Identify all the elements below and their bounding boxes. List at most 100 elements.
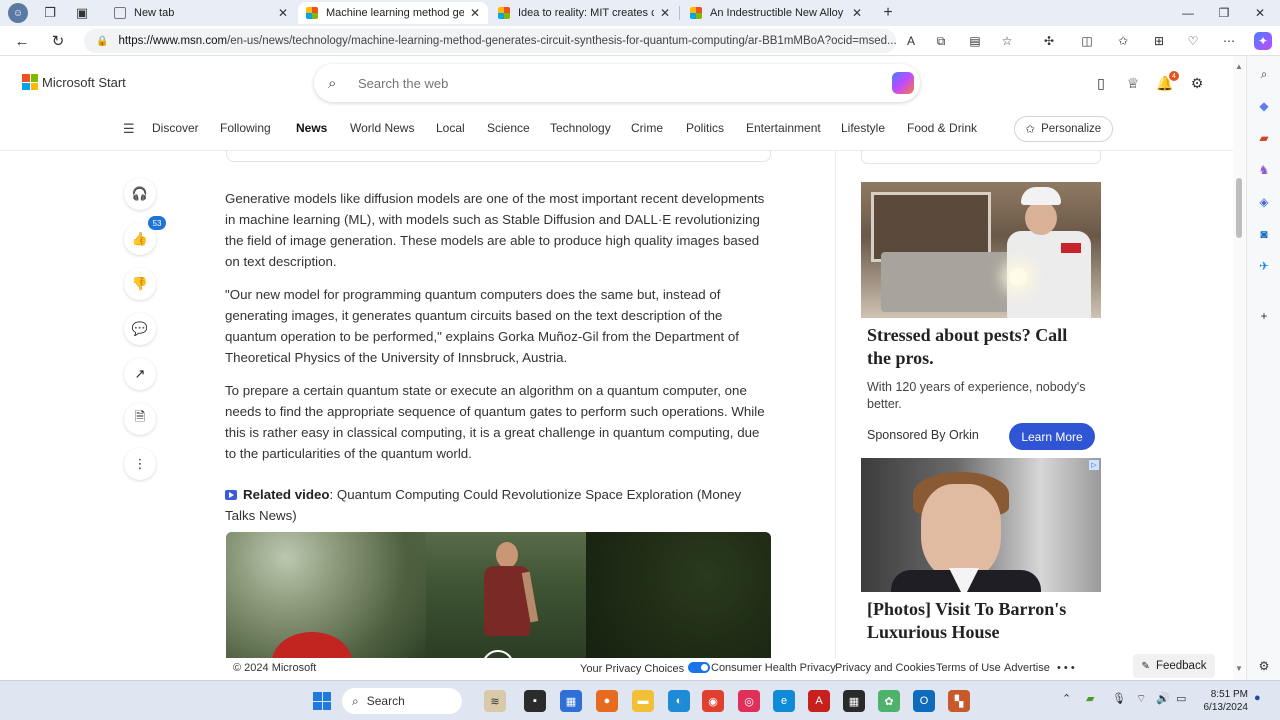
copilot-icon[interactable]	[892, 72, 914, 94]
related-video-link[interactable]: Related video: Quantum Computing Could R…	[225, 484, 771, 526]
split-screen-icon[interactable]: ◫	[1078, 32, 1096, 50]
save-article-icon[interactable]: 🗎	[124, 403, 156, 435]
learn-more-button[interactable]: Learn More	[1009, 423, 1095, 450]
video-player[interactable]	[226, 532, 771, 658]
tray-battery-icon[interactable]: ▭	[1176, 692, 1186, 705]
share-icon[interactable]: ↗	[124, 358, 156, 390]
tray-chevron-icon[interactable]: ⌃	[1062, 692, 1071, 705]
msn-logo[interactable]: Microsoft Start	[22, 74, 126, 90]
footer-link-consumer-health[interactable]: Consumer Health Privacy	[711, 662, 836, 674]
tray-mic-icon[interactable]: 🎙	[1112, 692, 1126, 705]
taskbar-recorder-icon[interactable]: ◎	[738, 690, 760, 712]
sidebar-settings-icon[interactable]: ⚙	[1254, 656, 1274, 676]
minimize-button[interactable]: —	[1168, 0, 1208, 26]
app-available-icon[interactable]: ⧉	[932, 32, 950, 50]
close-icon[interactable]: ✕	[470, 6, 480, 20]
taskbar-chrome-icon[interactable]: ◉	[702, 690, 724, 712]
close-icon[interactable]: ✕	[852, 6, 862, 20]
mobile-app-icon[interactable]: ▯	[1090, 72, 1112, 94]
collections-icon[interactable]: ⊞	[1150, 32, 1168, 50]
sidebar-games-icon[interactable]: ♞	[1254, 160, 1274, 180]
taskbar-edge-icon[interactable]: e	[773, 690, 795, 712]
taskbar-acrobat-icon[interactable]: A	[808, 690, 830, 712]
dislike-thumbs-down-icon[interactable]: 👎	[124, 268, 156, 300]
taskbar-widget-icon[interactable]: ≋	[484, 690, 506, 712]
profile-avatar[interactable]: ☺	[8, 3, 28, 23]
sidebar-shopping-icon[interactable]: ◆	[1254, 96, 1274, 116]
taskbar-firefox-icon[interactable]: ●	[596, 690, 618, 712]
tab-mit-coin[interactable]: Idea to reality: MIT creates coin-si ✕	[490, 2, 678, 24]
copilot-icon[interactable]: ✦	[1254, 32, 1272, 50]
nav-politics[interactable]: Politics	[686, 121, 724, 135]
search-input[interactable]	[358, 75, 858, 91]
extensions-icon[interactable]: ✣	[1040, 32, 1058, 50]
footer-link-advertise[interactable]: Advertise	[1004, 662, 1050, 674]
ad-title[interactable]: Stressed about pests? Call the pros.	[867, 324, 1095, 370]
nav-crime[interactable]: Crime	[631, 121, 663, 135]
nav-news[interactable]: News	[296, 121, 327, 135]
pest-control-ad-image[interactable]	[861, 182, 1101, 318]
scrollbar-thumb[interactable]	[1236, 178, 1242, 238]
scroll-up-icon[interactable]: ▲	[1235, 62, 1243, 71]
sidebar-add-icon[interactable]: +	[1254, 306, 1274, 326]
taskbar-task-view-icon[interactable]: ▪	[524, 690, 546, 712]
new-tab-button[interactable]: +	[880, 2, 896, 24]
tab-indestructible-alloy[interactable]: An Indestructible New Alloy Is Dé ✕	[682, 2, 870, 24]
taskbar-outlook-icon[interactable]: O	[913, 690, 935, 712]
photos-ad-image[interactable]: ▷	[861, 458, 1101, 592]
ad-title[interactable]: [Photos] Visit To Barron's Luxurious Hou…	[867, 598, 1095, 644]
more-options-icon[interactable]: ⋯	[1220, 32, 1238, 50]
taskbar-app2-icon[interactable]: ▚	[948, 690, 970, 712]
back-button[interactable]: ←	[12, 31, 32, 51]
footer-more-icon[interactable]: • • •	[1057, 662, 1075, 674]
close-icon[interactable]: ✕	[278, 6, 288, 20]
sidebar-tools-icon[interactable]: ▰	[1254, 128, 1274, 148]
browser-essentials-icon[interactable]: ♡	[1184, 32, 1202, 50]
tray-wifi-icon[interactable]: ⌔	[1136, 692, 1146, 706]
tab-new-tab[interactable]: New tab ✕	[106, 2, 296, 24]
nav-entertainment[interactable]: Entertainment	[746, 121, 821, 135]
nav-local[interactable]: Local	[436, 121, 465, 135]
sidebar-send-icon[interactable]: ✈	[1254, 256, 1274, 276]
comments-icon[interactable]: 💬	[124, 313, 156, 345]
nav-discover[interactable]: Discover	[152, 121, 199, 135]
feedback-button[interactable]: ✎ Feedback	[1133, 654, 1215, 678]
hamburger-menu-icon[interactable]: ☰	[123, 121, 135, 137]
settings-gear-icon[interactable]: ⚙	[1186, 72, 1208, 94]
footer-link-privacy-choices[interactable]: Your Privacy Choices	[580, 662, 711, 675]
workspaces-icon[interactable]: ❐	[40, 3, 60, 23]
refresh-button[interactable]: ↻	[48, 31, 68, 51]
tray-volume-icon[interactable]: 🔊	[1156, 692, 1170, 705]
nav-food-drink[interactable]: Food & Drink	[907, 121, 977, 135]
nav-science[interactable]: Science	[487, 121, 530, 135]
adchoices-icon[interactable]: ▷	[1089, 460, 1099, 470]
taskbar-store-icon[interactable]: ▦	[560, 690, 582, 712]
taskbar-app-icon[interactable]: ◐	[668, 690, 690, 712]
nav-lifestyle[interactable]: Lifestyle	[841, 121, 885, 135]
footer-link-terms[interactable]: Terms of Use	[936, 662, 1001, 674]
taskbar-calendar-icon[interactable]: ▦	[843, 690, 865, 712]
page-scrollbar[interactable]: ▲ ▼	[1233, 56, 1245, 680]
listen-headphones-icon[interactable]: 🎧	[124, 178, 156, 210]
close-icon[interactable]: ✕	[660, 6, 670, 20]
tray-notification-icon[interactable]: ●	[1254, 692, 1261, 704]
taskbar-clock[interactable]: 8:51 PM 6/13/2024	[1198, 688, 1249, 714]
personalize-button[interactable]: ✩ Personalize	[1014, 116, 1113, 142]
favorites-icon[interactable]: ✩	[1114, 32, 1132, 50]
restore-button[interactable]: ❐	[1204, 0, 1244, 26]
sidebar-search-icon[interactable]: ⌕	[1254, 64, 1274, 84]
scroll-down-icon[interactable]: ▼	[1235, 664, 1243, 673]
read-aloud-icon[interactable]: A	[902, 32, 920, 50]
nav-world-news[interactable]: World News	[350, 121, 414, 135]
rewards-icon[interactable]: ♕	[1122, 72, 1144, 94]
close-window-button[interactable]: ✕	[1240, 0, 1280, 26]
footer-link-privacy-cookies[interactable]: Privacy and Cookies	[835, 662, 935, 674]
immersive-reader-icon[interactable]: ▤	[966, 32, 984, 50]
sidebar-copilot-icon[interactable]: ◈	[1254, 192, 1274, 212]
tab-machine-learning[interactable]: Machine learning method generates ✕	[298, 2, 488, 24]
nav-technology[interactable]: Technology	[550, 121, 611, 135]
nav-following[interactable]: Following	[220, 121, 271, 135]
favorite-star-icon[interactable]: ☆	[998, 32, 1016, 50]
windows-start-icon[interactable]	[311, 690, 333, 712]
taskbar-chat-icon[interactable]: ✿	[878, 690, 900, 712]
